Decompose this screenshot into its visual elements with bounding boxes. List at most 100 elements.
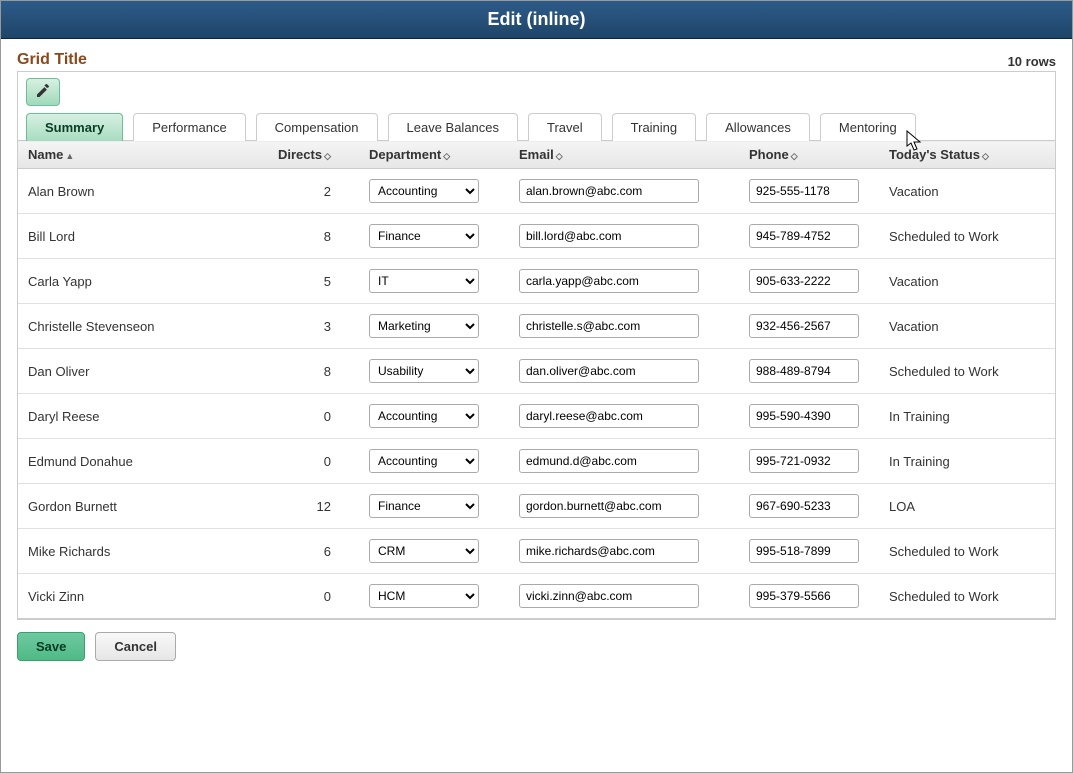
column-header-phone-label: Phone <box>749 147 789 162</box>
phone-input[interactable] <box>749 404 859 428</box>
cell-directs: 3 <box>268 304 359 349</box>
table-row: Alan Brown2AccountingFinanceITMarketingU… <box>18 169 1055 214</box>
phone-input[interactable] <box>749 584 859 608</box>
tab-bar: Summary Performance Compensation Leave Bala… <box>18 112 1055 140</box>
cell-email <box>509 259 739 304</box>
cell-status: Scheduled to Work <box>879 349 1055 394</box>
cell-department: AccountingFinanceITMarketingUsabilityCRM… <box>359 259 509 304</box>
cell-status: Scheduled to Work <box>879 214 1055 259</box>
cell-email <box>509 304 739 349</box>
cell-directs: 12 <box>268 484 359 529</box>
column-header-directs[interactable]: Directs◇ <box>268 141 359 169</box>
edit-button[interactable] <box>26 78 60 106</box>
phone-input[interactable] <box>749 269 859 293</box>
cell-department: AccountingFinanceITMarketingUsabilityCRM… <box>359 169 509 214</box>
column-header-department[interactable]: Department◇ <box>359 141 509 169</box>
email-input[interactable] <box>519 494 699 518</box>
email-input[interactable] <box>519 269 699 293</box>
column-header-email[interactable]: Email◇ <box>509 141 739 169</box>
cell-name: Carla Yapp <box>18 259 268 304</box>
sort-icon: ◇ <box>982 151 989 161</box>
tab-training[interactable]: Training <box>612 113 696 141</box>
cell-status: Scheduled to Work <box>879 529 1055 574</box>
cell-status: In Training <box>879 439 1055 484</box>
cell-department: AccountingFinanceITMarketingUsabilityCRM… <box>359 214 509 259</box>
tab-compensation[interactable]: Compensation <box>256 113 378 141</box>
cell-department: AccountingFinanceITMarketingUsabilityCRM… <box>359 349 509 394</box>
cell-department: AccountingFinanceITMarketingUsabilityCRM… <box>359 574 509 619</box>
sort-icon: ◇ <box>443 151 450 161</box>
cell-name: Alan Brown <box>18 169 268 214</box>
department-select[interactable]: AccountingFinanceITMarketingUsabilityCRM… <box>369 449 479 473</box>
email-input[interactable] <box>519 539 699 563</box>
cell-phone <box>739 349 879 394</box>
cell-directs: 8 <box>268 214 359 259</box>
department-select[interactable]: AccountingFinanceITMarketingUsabilityCRM… <box>369 314 479 338</box>
department-select[interactable]: AccountingFinanceITMarketingUsabilityCRM… <box>369 179 479 203</box>
email-input[interactable] <box>519 584 699 608</box>
cell-name: Daryl Reese <box>18 394 268 439</box>
tab-mentoring[interactable]: Mentoring <box>820 113 916 141</box>
cell-email <box>509 484 739 529</box>
column-header-email-label: Email <box>519 147 554 162</box>
action-bar: Save Cancel <box>17 632 1056 661</box>
tab-performance[interactable]: Performance <box>133 113 245 141</box>
department-select[interactable]: AccountingFinanceITMarketingUsabilityCRM… <box>369 494 479 518</box>
email-input[interactable] <box>519 179 699 203</box>
email-input[interactable] <box>519 359 699 383</box>
column-header-name-label: Name <box>28 147 63 162</box>
department-select[interactable]: AccountingFinanceITMarketingUsabilityCRM… <box>369 584 479 608</box>
cancel-button[interactable]: Cancel <box>95 632 176 661</box>
cell-name: Gordon Burnett <box>18 484 268 529</box>
table-row: Dan Oliver8AccountingFinanceITMarketingU… <box>18 349 1055 394</box>
data-grid: Name▲ Directs◇ Department◇ Email◇ Phone◇ <box>18 140 1055 619</box>
cell-email <box>509 394 739 439</box>
cell-email <box>509 439 739 484</box>
cell-status: In Training <box>879 394 1055 439</box>
save-button[interactable]: Save <box>17 632 85 661</box>
column-header-status[interactable]: Today's Status◇ <box>879 141 1055 169</box>
cell-name: Christelle Stevenseon <box>18 304 268 349</box>
tab-travel[interactable]: Travel <box>528 113 602 141</box>
department-select[interactable]: AccountingFinanceITMarketingUsabilityCRM… <box>369 359 479 383</box>
cell-department: AccountingFinanceITMarketingUsabilityCRM… <box>359 304 509 349</box>
phone-input[interactable] <box>749 539 859 563</box>
tab-allowances[interactable]: Allowances <box>706 113 810 141</box>
tab-summary[interactable]: Summary <box>26 113 123 141</box>
email-input[interactable] <box>519 314 699 338</box>
phone-input[interactable] <box>749 179 859 203</box>
department-select[interactable]: AccountingFinanceITMarketingUsabilityCRM… <box>369 539 479 563</box>
phone-input[interactable] <box>749 494 859 518</box>
cell-status: Vacation <box>879 304 1055 349</box>
cell-directs: 6 <box>268 529 359 574</box>
cell-department: AccountingFinanceITMarketingUsabilityCRM… <box>359 529 509 574</box>
phone-input[interactable] <box>749 314 859 338</box>
cell-directs: 0 <box>268 574 359 619</box>
cell-phone <box>739 394 879 439</box>
cell-status: LOA <box>879 484 1055 529</box>
column-header-phone[interactable]: Phone◇ <box>739 141 879 169</box>
table-row: Mike Richards6AccountingFinanceITMarketi… <box>18 529 1055 574</box>
phone-input[interactable] <box>749 449 859 473</box>
department-select[interactable]: AccountingFinanceITMarketingUsabilityCRM… <box>369 224 479 248</box>
cell-phone <box>739 169 879 214</box>
table-row: Bill Lord8AccountingFinanceITMarketingUs… <box>18 214 1055 259</box>
email-input[interactable] <box>519 404 699 428</box>
phone-input[interactable] <box>749 224 859 248</box>
email-input[interactable] <box>519 224 699 248</box>
cell-phone <box>739 214 879 259</box>
phone-input[interactable] <box>749 359 859 383</box>
column-header-name[interactable]: Name▲ <box>18 141 268 169</box>
cell-email <box>509 169 739 214</box>
cell-phone <box>739 259 879 304</box>
content-area: Grid Title 10 rows SummaryPerformanceCom… <box>1 39 1072 772</box>
cell-status: Vacation <box>879 259 1055 304</box>
cell-department: AccountingFinanceITMarketingUsabilityCRM… <box>359 394 509 439</box>
tab-leave-balances[interactable]: Leave Balances <box>388 113 519 141</box>
column-header-department-label: Department <box>369 147 441 162</box>
department-select[interactable]: AccountingFinanceITMarketingUsabilityCRM… <box>369 404 479 428</box>
email-input[interactable] <box>519 449 699 473</box>
department-select[interactable]: AccountingFinanceITMarketingUsabilityCRM… <box>369 269 479 293</box>
cell-department: AccountingFinanceITMarketingUsabilityCRM… <box>359 484 509 529</box>
column-header-directs-label: Directs <box>278 147 322 162</box>
